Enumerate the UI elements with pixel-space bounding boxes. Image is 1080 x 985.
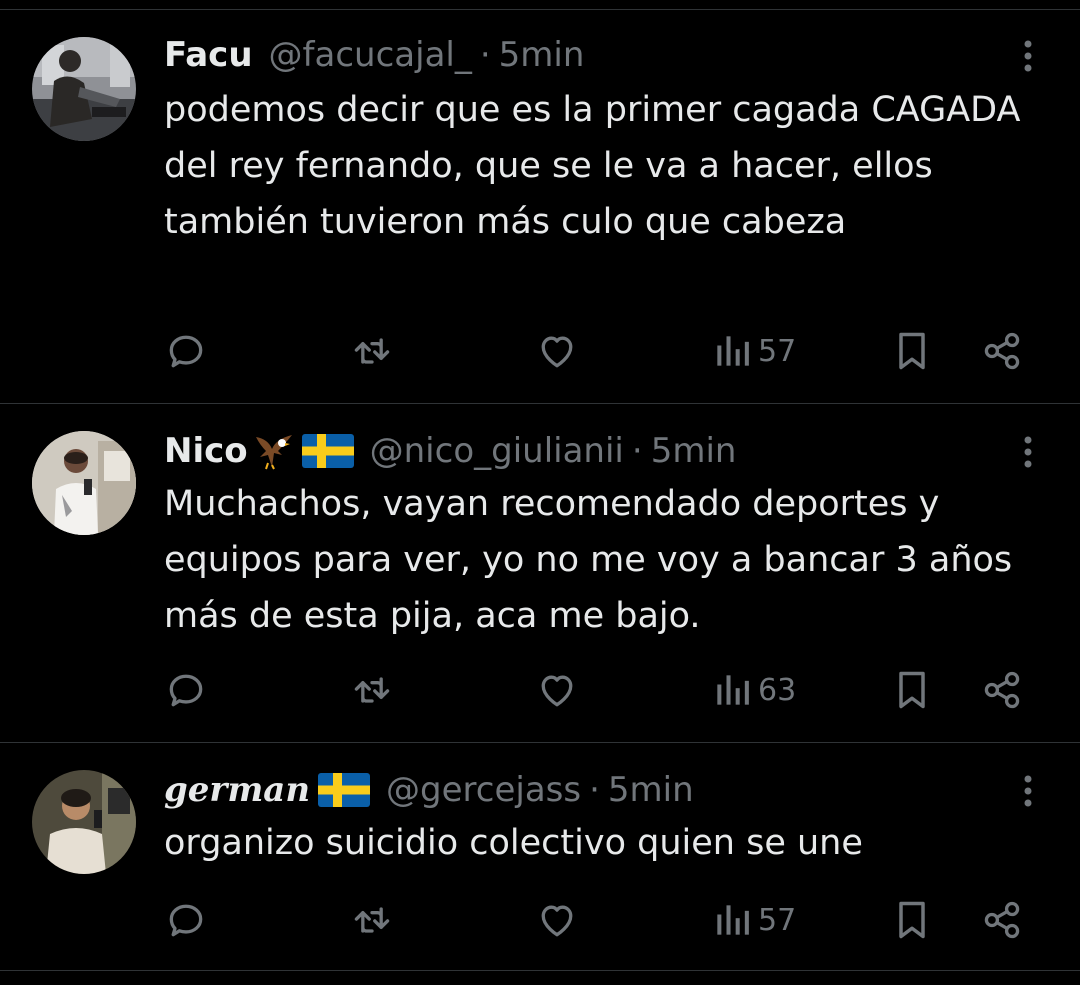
retweet-icon bbox=[354, 338, 390, 364]
bookmark-icon bbox=[899, 901, 925, 939]
like-button[interactable] bbox=[534, 668, 580, 712]
separator-dot: · bbox=[479, 35, 491, 75]
bookmark-button[interactable] bbox=[892, 668, 932, 712]
views-icon bbox=[717, 336, 749, 366]
more-options-icon[interactable] bbox=[1020, 773, 1036, 813]
views-button[interactable]: 57 bbox=[712, 329, 796, 373]
tweet-text: podemos decir que es la primer cagada CA… bbox=[164, 90, 1021, 242]
like-icon bbox=[541, 905, 573, 937]
bookmark-button[interactable] bbox=[892, 329, 932, 373]
bookmark-icon bbox=[899, 332, 925, 370]
avatar[interactable] bbox=[32, 37, 136, 141]
like-icon bbox=[541, 336, 573, 368]
separator-dot: · bbox=[589, 770, 600, 810]
views-count: 57 bbox=[758, 902, 797, 938]
avatar[interactable] bbox=[32, 770, 136, 874]
eagle-icon bbox=[255, 435, 292, 470]
avatar[interactable] bbox=[32, 431, 136, 535]
tweet-text: organizo suicidio colectivo quien se une bbox=[164, 823, 863, 863]
views-icon bbox=[717, 905, 749, 935]
avatar-photo bbox=[32, 770, 136, 874]
share-button[interactable] bbox=[980, 329, 1024, 373]
reply-button[interactable] bbox=[164, 329, 208, 373]
action-bar: 57 bbox=[164, 329, 1040, 373]
top-divider bbox=[0, 0, 1080, 10]
sweden-flag-icon bbox=[318, 773, 371, 807]
tweet[interactable]: german @gercejass · 5min organizo suicid… bbox=[0, 743, 1080, 971]
tweet[interactable]: Nico @nico_giulianii · 5min Muchachos, v… bbox=[0, 404, 1080, 743]
timestamp[interactable]: 5min bbox=[608, 770, 694, 810]
bookmark-icon bbox=[899, 671, 925, 709]
bookmark-button[interactable] bbox=[892, 898, 932, 942]
like-button[interactable] bbox=[534, 329, 580, 373]
user-handle[interactable]: @gercejass bbox=[386, 770, 581, 810]
reply-icon bbox=[169, 904, 203, 937]
share-icon bbox=[984, 901, 1020, 939]
share-button[interactable] bbox=[980, 668, 1024, 712]
views-button[interactable]: 63 bbox=[712, 668, 796, 712]
reply-icon bbox=[169, 335, 203, 368]
reply-button[interactable] bbox=[164, 898, 208, 942]
retweet-button[interactable] bbox=[350, 898, 394, 942]
action-bar: 57 bbox=[164, 898, 1040, 942]
tweet[interactable]: Facu @facucajal_ · 5min podemos decir qu… bbox=[0, 10, 1080, 404]
timestamp[interactable]: 5min bbox=[651, 431, 737, 471]
display-name[interactable]: Facu bbox=[164, 35, 253, 75]
share-icon bbox=[984, 332, 1020, 370]
separator-dot: · bbox=[631, 431, 643, 471]
avatar-photo bbox=[32, 37, 136, 141]
user-handle[interactable]: @nico_giulianii bbox=[370, 431, 624, 471]
timestamp[interactable]: 5min bbox=[499, 35, 585, 75]
reply-button[interactable] bbox=[164, 668, 208, 712]
retweet-icon bbox=[354, 677, 390, 703]
views-button[interactable]: 57 bbox=[712, 898, 796, 942]
user-handle[interactable]: @facucajal_ bbox=[269, 35, 472, 75]
display-name[interactable]: german bbox=[164, 770, 310, 810]
more-options-icon[interactable] bbox=[1020, 38, 1036, 78]
views-count: 63 bbox=[758, 672, 797, 708]
retweet-icon bbox=[354, 907, 390, 933]
retweet-button[interactable] bbox=[350, 668, 394, 712]
like-icon bbox=[541, 675, 573, 707]
display-name[interactable]: Nico bbox=[164, 431, 248, 471]
avatar-photo bbox=[32, 431, 136, 535]
more-options-icon[interactable] bbox=[1020, 434, 1036, 474]
like-button[interactable] bbox=[534, 898, 580, 942]
views-icon bbox=[717, 675, 749, 705]
retweet-button[interactable] bbox=[350, 329, 394, 373]
reply-icon bbox=[169, 674, 203, 707]
views-count: 57 bbox=[758, 333, 797, 369]
action-bar: 63 bbox=[164, 668, 1040, 712]
share-icon bbox=[984, 671, 1020, 709]
share-button[interactable] bbox=[980, 898, 1024, 942]
tweet-text: Muchachos, vayan recomendado deportes y … bbox=[164, 484, 1013, 636]
sweden-flag-icon bbox=[301, 434, 354, 468]
